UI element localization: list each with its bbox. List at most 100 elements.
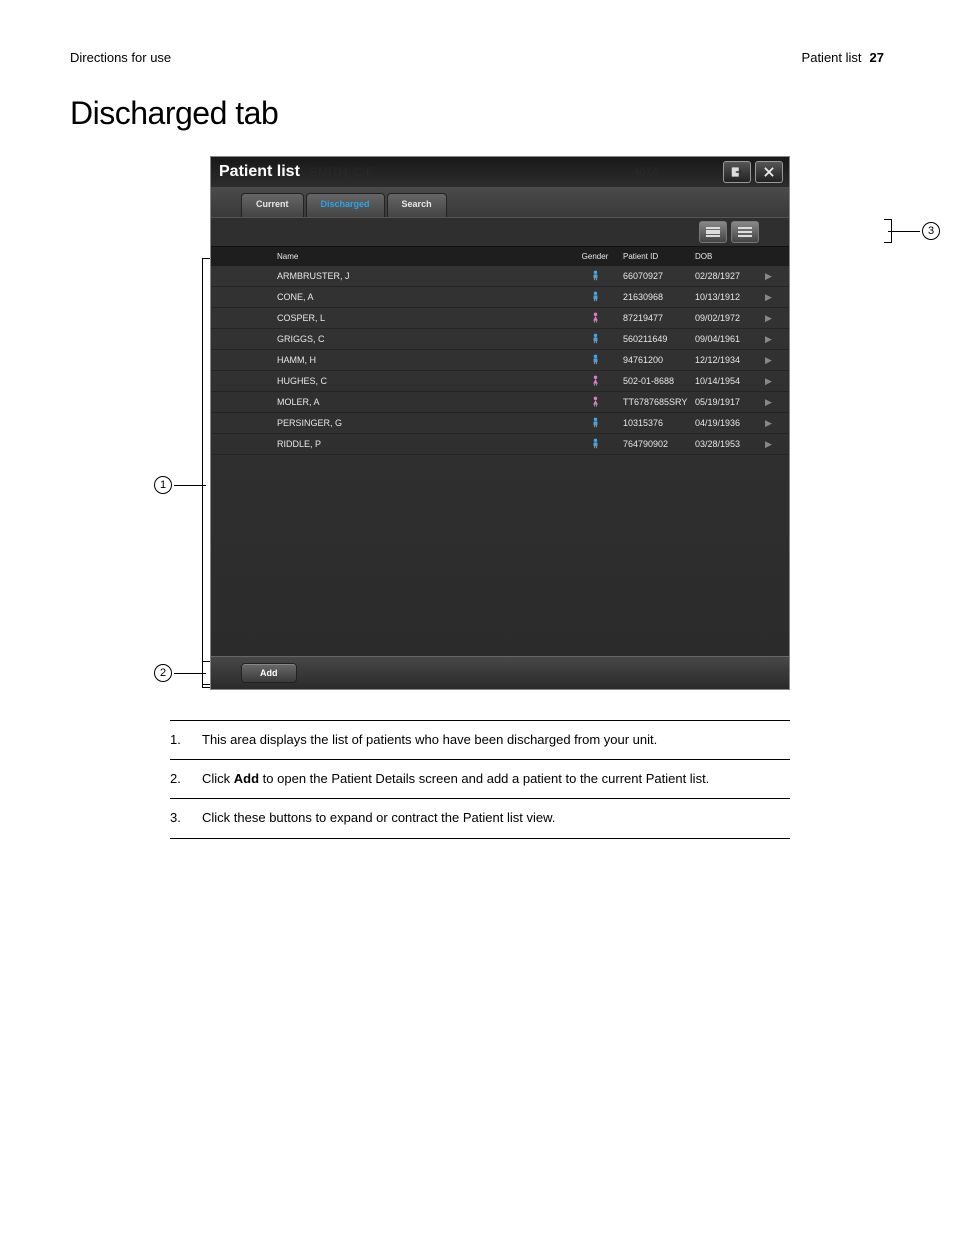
cell-patient-id: 560211649 xyxy=(615,334,695,344)
legend: 1. This area displays the list of patient… xyxy=(170,720,790,839)
callout-number: 1 xyxy=(154,476,172,494)
cell-dob: 09/04/1961 xyxy=(695,334,765,344)
table-row[interactable]: CONE, A 2163096810/13/1912▶ xyxy=(211,287,789,308)
cell-dob: 05/19/1917 xyxy=(695,397,765,407)
page-title: Discharged tab xyxy=(70,95,884,132)
page-header: Directions for use Patient list 27 xyxy=(70,50,884,65)
callout-1: 1 xyxy=(154,476,206,494)
app-title: Patient list xyxy=(219,163,300,181)
cell-name: GRIGGS, C xyxy=(277,334,575,344)
chevron-right-icon: ▶ xyxy=(765,439,779,450)
legend-row: 2. Click Add to open the Patient Details … xyxy=(170,759,790,798)
tabs-row: Current Discharged Search xyxy=(211,187,789,217)
chevron-right-icon: ▶ xyxy=(765,313,779,324)
legend-row: 1. This area displays the list of patient… xyxy=(170,720,790,759)
callout-number: 2 xyxy=(154,664,172,682)
legend-text: Click these buttons to expand or contrac… xyxy=(202,809,555,827)
legend-text: This area displays the list of patients … xyxy=(202,731,657,749)
col-header-gender[interactable]: Gender xyxy=(575,252,615,261)
app-titlebar-ghost-room: 407A xyxy=(633,166,659,178)
cell-dob: 09/02/1972 xyxy=(695,313,765,323)
rows-dense-icon xyxy=(706,227,720,237)
cell-name: ARMBRUSTER, J xyxy=(277,271,575,281)
table-row[interactable]: ARMBRUSTER, J 6607092702/28/1927▶ xyxy=(211,266,789,287)
cell-patient-id: 87219477 xyxy=(615,313,695,323)
tab-current[interactable]: Current xyxy=(241,193,304,217)
cell-name: CONE, A xyxy=(277,292,575,302)
header-right: Patient list 27 xyxy=(802,50,884,65)
close-icon xyxy=(762,165,776,179)
cell-name: HAMM, H xyxy=(277,355,575,365)
legend-number: 1. xyxy=(170,731,184,749)
cell-dob: 10/14/1954 xyxy=(695,376,765,386)
header-section: Patient list xyxy=(802,50,862,65)
view-controls-row xyxy=(211,217,789,247)
chevron-right-icon: ▶ xyxy=(765,271,779,282)
cell-patient-id: 94761200 xyxy=(615,355,695,365)
chevron-right-icon: ▶ xyxy=(765,334,779,345)
gender-icon xyxy=(575,375,615,388)
rows-sparse-icon xyxy=(738,227,752,237)
add-button[interactable]: Add xyxy=(241,663,297,683)
view-expand-button[interactable] xyxy=(699,221,727,243)
cell-patient-id: 10315376 xyxy=(615,418,695,428)
logout-icon xyxy=(730,165,744,179)
cell-patient-id: TT6787685SRY xyxy=(615,397,695,407)
gender-icon xyxy=(575,312,615,325)
cell-dob: 12/12/1934 xyxy=(695,355,765,365)
table-header: Name Gender Patient ID DOB xyxy=(211,247,789,266)
legend-text: Click Add to open the Patient Details sc… xyxy=(202,770,709,788)
chevron-right-icon: ▶ xyxy=(765,397,779,408)
cell-dob: 02/28/1927 xyxy=(695,271,765,281)
table-row[interactable]: HUGHES, C 502-01-868810/14/1954▶ xyxy=(211,371,789,392)
chevron-right-icon: ▶ xyxy=(765,376,779,387)
table-row[interactable]: GRIGGS, C 56021164909/04/1961▶ xyxy=(211,329,789,350)
cell-dob: 04/19/1936 xyxy=(695,418,765,428)
logout-button[interactable] xyxy=(723,161,751,183)
gender-icon xyxy=(575,270,615,283)
chevron-right-icon: ▶ xyxy=(765,418,779,429)
cell-name: PERSINGER, G xyxy=(277,418,575,428)
cell-patient-id: 21630968 xyxy=(615,292,695,302)
legend-row: 3. Click these buttons to expand or contr… xyxy=(170,798,790,838)
view-contract-button[interactable] xyxy=(731,221,759,243)
table-row[interactable]: MOLER, A TT6787685SRY05/19/1917▶ xyxy=(211,392,789,413)
patient-table: Name Gender Patient ID DOB ARMBRUSTER, J… xyxy=(211,247,789,656)
screenshot-wrapper: Patient list SMITH, C F 407A Current Dis… xyxy=(210,156,884,690)
table-body: ARMBRUSTER, J6607092702/28/1927▶CONE, A2… xyxy=(211,266,789,656)
col-header-name[interactable]: Name xyxy=(277,252,575,261)
gender-icon xyxy=(575,354,615,367)
gender-icon xyxy=(575,333,615,346)
col-header-patient-id[interactable]: Patient ID xyxy=(615,252,695,261)
gender-icon xyxy=(575,438,615,451)
table-row[interactable]: RIDDLE, P76479090203/28/1953▶ xyxy=(211,434,789,455)
tab-search[interactable]: Search xyxy=(387,193,447,217)
legend-number: 2. xyxy=(170,770,184,788)
legend-number: 3. xyxy=(170,809,184,827)
app-titlebar: Patient list SMITH, C F 407A xyxy=(211,157,789,187)
app-screenshot: Patient list SMITH, C F 407A Current Dis… xyxy=(210,156,790,690)
footer-row: Add xyxy=(211,656,789,689)
callout-2: 2 xyxy=(154,664,206,682)
table-row[interactable]: PERSINGER, G 1031537604/19/1936▶ xyxy=(211,413,789,434)
cell-dob: 10/13/1912 xyxy=(695,292,765,302)
cell-patient-id: 502-01-8688 xyxy=(615,376,695,386)
col-header-dob[interactable]: DOB xyxy=(695,252,765,261)
cell-dob: 03/28/1953 xyxy=(695,439,765,449)
header-left: Directions for use xyxy=(70,50,171,65)
gender-icon xyxy=(575,291,615,304)
callout-3: 3 xyxy=(888,222,940,240)
cell-name: MOLER, A xyxy=(277,397,575,407)
cell-name: HUGHES, C xyxy=(277,376,575,386)
tab-discharged[interactable]: Discharged xyxy=(306,193,385,217)
table-row[interactable]: HAMM, H9476120012/12/1934▶ xyxy=(211,350,789,371)
cell-name: COSPER, L xyxy=(277,313,575,323)
app-titlebar-ghost-name: SMITH, C F xyxy=(310,165,373,179)
close-button[interactable] xyxy=(755,161,783,183)
chevron-right-icon: ▶ xyxy=(765,292,779,303)
gender-icon xyxy=(575,417,615,430)
cell-patient-id: 66070927 xyxy=(615,271,695,281)
cell-name: RIDDLE, P xyxy=(277,439,575,449)
table-row[interactable]: COSPER, L 8721947709/02/1972▶ xyxy=(211,308,789,329)
gender-icon xyxy=(575,396,615,409)
